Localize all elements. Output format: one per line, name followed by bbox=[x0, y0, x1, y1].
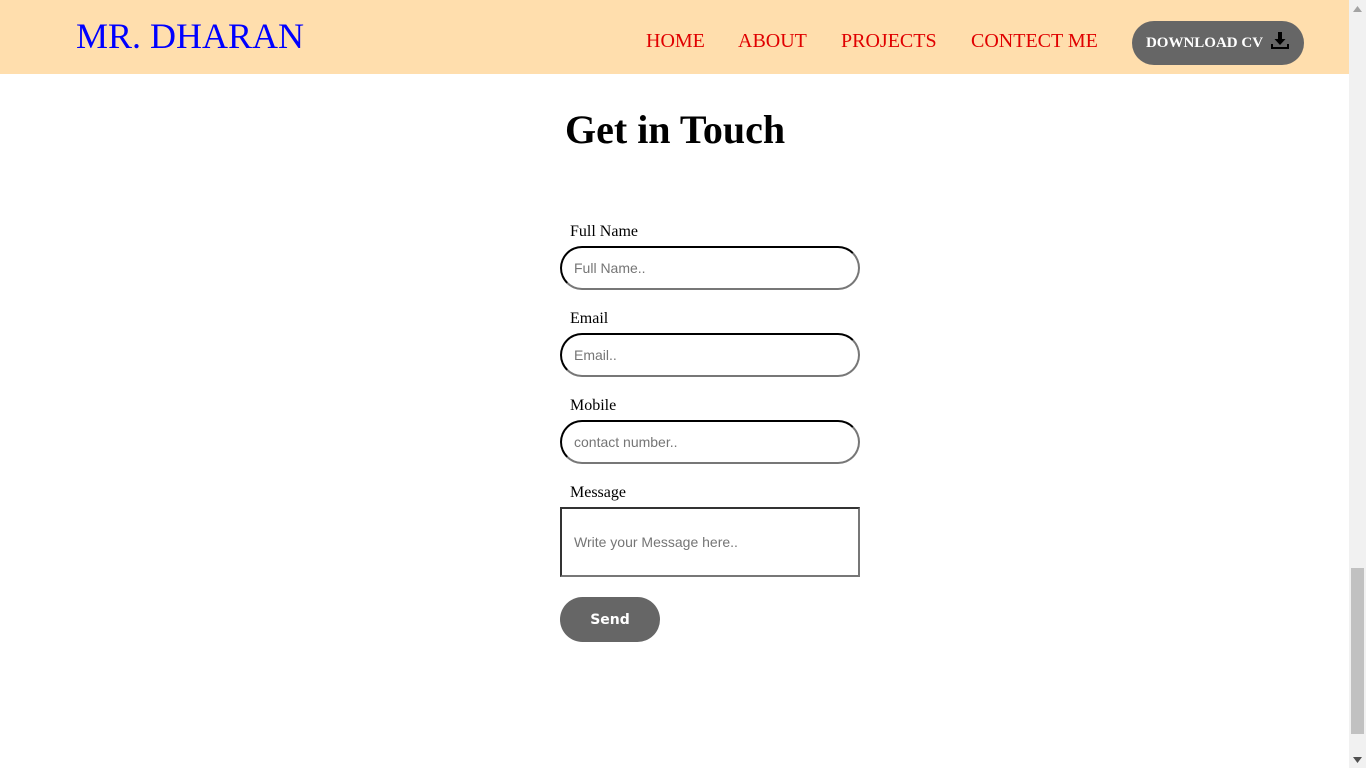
full-name-label: Full Name bbox=[570, 223, 638, 240]
navbar: MR. DHARAN HOME ABOUT PROJECTS CONTECT M… bbox=[0, 0, 1349, 74]
nav-link-contact[interactable]: CONTECT ME bbox=[971, 30, 1098, 53]
send-button[interactable]: Send bbox=[560, 597, 660, 642]
scrollbar-thumb[interactable] bbox=[1351, 568, 1364, 734]
message-label: Message bbox=[570, 484, 626, 501]
page-title: Get in Touch bbox=[565, 107, 786, 152]
download-icon bbox=[1271, 32, 1290, 49]
nav-link-projects[interactable]: PROJECTS bbox=[841, 30, 937, 53]
nav-link-home[interactable]: HOME bbox=[646, 30, 705, 53]
brand-logo[interactable]: MR. DHARAN bbox=[76, 15, 304, 57]
download-cv-label: DOWNLOAD CV bbox=[1145, 34, 1264, 51]
scroll-down-icon[interactable] bbox=[1349, 751, 1366, 768]
nav-link-about[interactable]: ABOUT bbox=[738, 30, 807, 53]
scroll-up-icon[interactable] bbox=[1349, 0, 1366, 17]
full-name-input[interactable] bbox=[560, 246, 860, 290]
download-cv-button[interactable]: DOWNLOAD CV bbox=[1132, 21, 1304, 65]
email-label: Email bbox=[570, 310, 609, 327]
mobile-label: Mobile bbox=[570, 397, 617, 414]
mobile-input[interactable] bbox=[560, 420, 860, 464]
vertical-scrollbar[interactable] bbox=[1349, 0, 1366, 768]
page: MR. DHARAN HOME ABOUT PROJECTS CONTECT M… bbox=[0, 0, 1349, 768]
email-input[interactable] bbox=[560, 333, 860, 377]
message-textarea[interactable] bbox=[560, 507, 860, 577]
